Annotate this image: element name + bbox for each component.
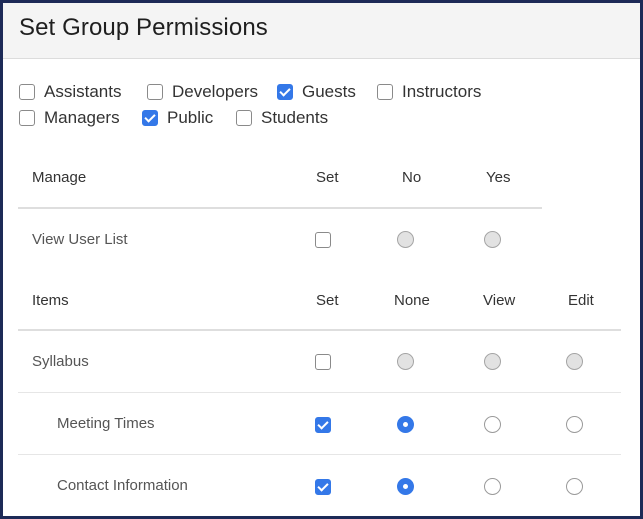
group-checkbox-students[interactable]: Students xyxy=(236,108,328,128)
set-checkbox-syllabus[interactable] xyxy=(315,354,331,370)
checkbox[interactable] xyxy=(147,84,163,100)
set-checkbox-contact-information[interactable] xyxy=(315,479,331,495)
manage-no-header: No xyxy=(402,169,422,186)
group-label: Public xyxy=(167,108,214,127)
panel-header: Set Group Permissions xyxy=(3,3,640,59)
group-checkbox-guests[interactable]: Guests xyxy=(277,82,356,102)
set-checkbox-view-user-list[interactable] xyxy=(315,232,331,248)
manage-set-header: Set xyxy=(316,169,339,186)
checkbox[interactable] xyxy=(19,110,35,126)
manage-yes-header: Yes xyxy=(486,169,511,186)
group-label: Guests xyxy=(302,82,356,101)
items-set-header: Set xyxy=(316,292,339,309)
set-checkbox-meeting-times[interactable] xyxy=(315,417,331,433)
group-label: Assistants xyxy=(44,82,122,101)
checkbox[interactable] xyxy=(142,110,158,126)
radio-none-contact-information[interactable] xyxy=(397,478,414,495)
divider xyxy=(18,454,621,455)
group-checkbox-public[interactable]: Public xyxy=(142,108,213,128)
radio-edit-syllabus[interactable] xyxy=(566,353,583,370)
radio-yes-view-user-list[interactable] xyxy=(484,231,501,248)
group-checkbox-developers[interactable]: Developers xyxy=(147,82,258,102)
radio-none-syllabus[interactable] xyxy=(397,353,414,370)
row-label-contact-information: Contact Information xyxy=(57,477,188,494)
radio-edit-meeting-times[interactable] xyxy=(566,416,583,433)
radio-view-contact-information[interactable] xyxy=(484,478,501,495)
group-label: Developers xyxy=(172,82,258,101)
group-label: Managers xyxy=(44,108,120,127)
group-label: Instructors xyxy=(402,82,482,101)
group-label: Students xyxy=(261,108,329,127)
radio-none-meeting-times[interactable] xyxy=(397,416,414,433)
checkbox[interactable] xyxy=(236,110,252,126)
radio-view-syllabus[interactable] xyxy=(484,353,501,370)
checkbox[interactable] xyxy=(277,84,293,100)
divider xyxy=(18,392,621,393)
permissions-panel: Set Group Permissions Assistants Develop… xyxy=(0,0,643,519)
manage-header: Manage xyxy=(32,169,87,186)
group-checkbox-assistants[interactable]: Assistants xyxy=(19,82,121,102)
items-header: Items xyxy=(32,292,69,309)
radio-edit-contact-information[interactable] xyxy=(566,478,583,495)
items-view-header: View xyxy=(483,292,516,309)
checkbox[interactable] xyxy=(19,84,35,100)
page-title: Set Group Permissions xyxy=(19,14,268,41)
group-checkbox-instructors[interactable]: Instructors xyxy=(377,82,481,102)
items-none-header: None xyxy=(394,292,430,309)
row-label-view-user-list: View User List xyxy=(32,231,128,248)
radio-no-view-user-list[interactable] xyxy=(397,231,414,248)
group-checkbox-managers[interactable]: Managers xyxy=(19,108,120,128)
row-label-meeting-times: Meeting Times xyxy=(57,415,155,432)
checkbox[interactable] xyxy=(377,84,393,100)
divider xyxy=(18,207,542,209)
items-edit-header: Edit xyxy=(568,292,594,309)
divider xyxy=(18,329,621,331)
row-label-syllabus: Syllabus xyxy=(32,353,89,370)
radio-view-meeting-times[interactable] xyxy=(484,416,501,433)
